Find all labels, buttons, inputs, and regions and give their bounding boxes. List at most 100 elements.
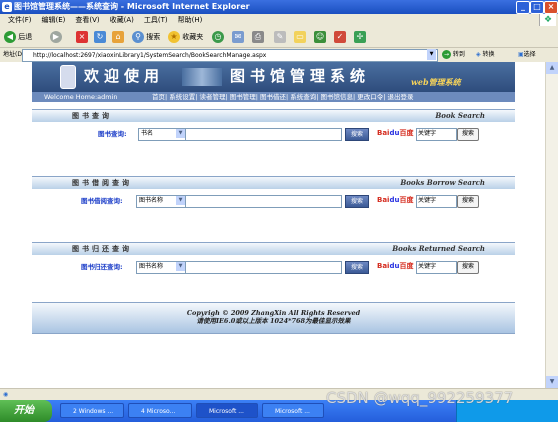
search-row: 图书归还查询: 图书名称 ▼ 搜索 Baidu百度 关键字 搜索 — [32, 261, 515, 274]
task-windows[interactable]: 2 Windows ... — [60, 403, 124, 418]
section-body: 图书查询: 书名 ▼ 搜索 Baidu百度 关键字 搜索 — [32, 122, 515, 155]
section-title-cn: 图书查询 — [72, 111, 112, 120]
baidu-search-button[interactable]: 搜索 — [457, 261, 479, 274]
window-title-bar: e 图书馆管理系统——系统查询 - Microsoft Internet Exp… — [0, 0, 558, 14]
forward-button[interactable]: ▶ — [50, 29, 62, 45]
toolbar: ◀ 后退 ▶ × ↻ ⌂ ⚲ 搜索 ★ 收藏夹 ◷ ✉ ⎙ ✎ ▭ ☺ ✓ ✢ — [0, 26, 558, 48]
edit-icon: ✎ — [274, 31, 286, 43]
search-icon: ⚲ — [132, 31, 144, 43]
search-label: 图书借阅查询: — [81, 197, 123, 205]
welcome-user: Welcome Home:admin — [44, 93, 118, 101]
ie-icon: e — [2, 2, 12, 12]
search-label: 图书查询: — [98, 130, 127, 138]
banner-decoration — [182, 68, 222, 86]
stop-icon: × — [76, 31, 88, 43]
keyword-input[interactable] — [185, 128, 342, 141]
banner-system-name: 图书馆管理系统 — [230, 67, 371, 85]
search-field-select[interactable]: 图书名称 ▼ — [136, 261, 186, 274]
chevron-down-icon: ▼ — [176, 196, 185, 205]
minimize-button[interactable]: _ — [516, 1, 530, 14]
favorites-button[interactable]: ★ 收藏夹 — [168, 29, 203, 45]
section-body: 图书借阅查询: 图书名称 ▼ 搜索 Baidu百度 关键字 搜索 — [32, 189, 515, 222]
baidu-keyword-input[interactable]: 关键字 — [416, 128, 457, 141]
convert-button[interactable]: ◈ 转换 — [476, 48, 495, 62]
menu-help[interactable]: 帮助(H) — [178, 16, 203, 24]
history-icon: ◷ — [212, 31, 224, 43]
page-banner: 欢迎使用 图书馆管理系统 web管理系统 — [32, 62, 515, 92]
messenger-button[interactable]: ☺ — [314, 29, 326, 45]
chevron-down-icon: ▼ — [176, 262, 185, 271]
messenger-icon: ☺ — [314, 31, 326, 43]
search-label: 图书归还查询: — [81, 263, 123, 271]
scroll-down-icon[interactable]: ▼ — [546, 376, 558, 388]
search-field-select[interactable]: 书名 ▼ — [138, 128, 186, 141]
page-footer: Copyrigh © 2009 ZhangXin All Rights Rese… — [32, 302, 515, 334]
keyword-input[interactable] — [185, 261, 342, 274]
select-button[interactable]: ▣选择 — [518, 48, 536, 62]
start-button[interactable]: 开始 — [0, 400, 52, 422]
puzzle-icon: ✢ — [354, 31, 366, 43]
search-row: 图书查询: 书名 ▼ 搜索 Baidu百度 关键字 搜索 — [32, 128, 515, 141]
copyright-text: Copyrigh © 2009 ZhangXin All Rights Rese… — [186, 309, 361, 317]
back-button[interactable]: ◀ 后退 — [4, 29, 32, 45]
star-icon: ★ — [168, 31, 180, 43]
address-input[interactable]: http://localhost:2697/xiaoxinLibrary1/Sy… — [22, 49, 438, 62]
baidu-logo: Baidu百度 — [377, 262, 414, 270]
task-microsoft-group[interactable]: 4 Microso... — [128, 403, 192, 418]
folder-icon: ▭ — [294, 31, 306, 43]
task-microsoft-ie[interactable]: Microsoft ... — [196, 403, 258, 418]
mail-button[interactable]: ✉ — [232, 29, 244, 45]
menu-favorites[interactable]: 收藏(A) — [110, 16, 134, 24]
baidu-search-button[interactable]: 搜索 — [457, 195, 479, 208]
stop-button[interactable]: × — [76, 29, 88, 45]
home-icon: ⌂ — [112, 31, 124, 43]
watermark-text: CSDN @wqq_992259377 — [326, 389, 514, 407]
scroll-up-icon[interactable]: ▲ — [546, 62, 558, 74]
search-field-select[interactable]: 图书名称 ▼ — [136, 195, 186, 208]
baidu-keyword-input[interactable]: 关键字 — [416, 261, 457, 274]
windows-logo-icon: ❖ — [539, 14, 556, 26]
menu-tools[interactable]: 工具(T) — [144, 16, 168, 24]
close-button[interactable]: × — [544, 1, 558, 14]
research-icon: ✓ — [334, 31, 346, 43]
extra-button[interactable]: ✢ — [354, 29, 366, 45]
section-body: 图书归还查询: 图书名称 ▼ 搜索 Baidu百度 关键字 搜索 — [32, 255, 515, 288]
menu-view[interactable]: 查看(V) — [75, 16, 99, 24]
edit-button[interactable]: ✎ — [274, 29, 286, 45]
vertical-scrollbar[interactable]: ▲ ▼ — [545, 62, 558, 388]
mail-icon: ✉ — [232, 31, 244, 43]
search-button[interactable]: ⚲ 搜索 — [132, 29, 160, 45]
refresh-button[interactable]: ↻ — [94, 29, 106, 45]
section-title-en: Books Borrow Search — [400, 178, 485, 187]
menu-file[interactable]: 文件(F) — [8, 16, 32, 24]
address-dropdown-icon[interactable]: ▼ — [427, 49, 436, 60]
keyword-input[interactable] — [185, 195, 342, 208]
search-submit-button[interactable]: 搜索 — [345, 261, 369, 274]
address-bar: 地址(D) http://localhost:2697/xiaoxinLibra… — [0, 48, 558, 62]
forward-arrow-icon: ▶ — [50, 31, 62, 43]
baidu-logo: Baidu百度 — [377, 129, 414, 137]
search-submit-button[interactable]: 搜索 — [345, 195, 369, 208]
window-title: 图书馆管理系统——系统查询 - Microsoft Internet Explo… — [14, 2, 250, 11]
home-button[interactable]: ⌂ — [112, 29, 124, 45]
maximize-button[interactable]: □ — [530, 1, 544, 14]
go-button[interactable]: → 转到 — [442, 48, 465, 62]
baidu-keyword-input[interactable]: 关键字 — [416, 195, 457, 208]
refresh-icon: ↻ — [94, 31, 106, 43]
banner-welcome: 欢迎使用 — [84, 67, 165, 85]
baidu-search-button[interactable]: 搜索 — [457, 128, 479, 141]
history-button[interactable]: ◷ — [212, 29, 224, 45]
browser-note: 请使用IE6.0或以上版本 1024*768为最佳显示效果 — [196, 317, 351, 325]
print-icon: ⎙ — [252, 31, 264, 43]
section-title-en: Book Search — [435, 111, 485, 120]
folder-button[interactable]: ▭ — [294, 29, 306, 45]
menu-bar: 文件(F) 编辑(E) 查看(V) 收藏(A) 工具(T) 帮助(H) ❖ — [0, 14, 558, 26]
print-button[interactable]: ⎙ — [252, 29, 264, 45]
research-button[interactable]: ✓ — [334, 29, 346, 45]
task-microsoft-other[interactable]: Microsoft ... — [262, 403, 324, 418]
nav-bar: Welcome Home:admin 首页| 系统设置| 读者管理| 图书管理|… — [32, 92, 515, 102]
menu-edit[interactable]: 编辑(E) — [42, 16, 66, 24]
search-submit-button[interactable]: 搜索 — [345, 128, 369, 141]
baidu-logo: Baidu百度 — [377, 196, 414, 204]
nav-links[interactable]: 首页| 系统设置| 读者管理| 图书管理| 图书借还| 系统查询| 图书馆信息|… — [152, 92, 414, 102]
